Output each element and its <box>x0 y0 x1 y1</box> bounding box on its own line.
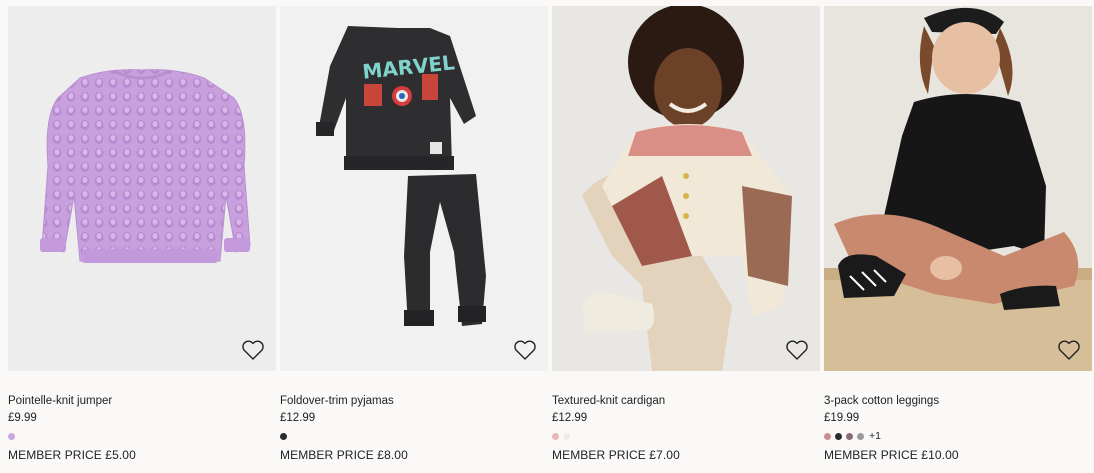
colour-swatches <box>8 431 276 441</box>
product-card[interactable]: 3-pack cotton leggings £19.99 +1 MEMBER … <box>824 6 1092 473</box>
product-info: Textured-knit cardigan £12.99 MEMBER PRI… <box>552 394 820 462</box>
colour-swatches <box>552 431 820 441</box>
more-colours-count: +1 <box>869 430 881 442</box>
product-image[interactable] <box>824 6 1092 371</box>
product-card[interactable]: Pointelle-knit jumper £9.99 MEMBER PRICE… <box>8 6 276 473</box>
product-price: £12.99 <box>280 412 316 424</box>
product-card[interactable]: MARVEL Foldover-trim pyjamas £12.99 MEMB… <box>280 6 548 473</box>
product-title[interactable]: 3-pack cotton leggings <box>824 394 1092 408</box>
heart-outline-icon <box>514 340 536 360</box>
colour-swatch[interactable] <box>835 432 842 440</box>
member-price: MEMBER PRICE £7.00 <box>552 448 680 462</box>
member-price: MEMBER PRICE £5.00 <box>8 448 136 462</box>
jumper-illustration <box>40 69 251 263</box>
colour-swatch[interactable] <box>563 432 570 440</box>
colour-swatch[interactable] <box>8 432 15 440</box>
favourite-button[interactable] <box>240 337 266 363</box>
heart-outline-icon <box>786 340 808 360</box>
cardigan-photo <box>552 6 820 371</box>
favourite-button[interactable] <box>512 337 538 363</box>
product-info: 3-pack cotton leggings £19.99 +1 MEMBER … <box>824 394 1092 462</box>
favourite-button[interactable] <box>1056 337 1082 363</box>
product-price: £19.99 <box>824 412 860 424</box>
product-price: £12.99 <box>552 412 588 424</box>
member-price: MEMBER PRICE £10.00 <box>824 448 959 462</box>
heart-outline-icon <box>242 340 264 360</box>
product-image[interactable] <box>552 6 820 371</box>
member-price: MEMBER PRICE £8.00 <box>280 448 408 462</box>
colour-swatch[interactable] <box>846 432 853 440</box>
product-card[interactable]: Textured-knit cardigan £12.99 MEMBER PRI… <box>552 6 820 473</box>
leggings-photo <box>824 6 1092 371</box>
colour-swatch[interactable] <box>552 432 559 440</box>
colour-swatches: +1 <box>824 430 1092 442</box>
heart-outline-icon <box>1058 340 1080 360</box>
product-info: Foldover-trim pyjamas £12.99 MEMBER PRIC… <box>280 394 548 462</box>
product-info: Pointelle-knit jumper £9.99 MEMBER PRICE… <box>8 394 276 462</box>
product-grid: Pointelle-knit jumper £9.99 MEMBER PRICE… <box>8 6 1092 473</box>
colour-swatches <box>280 431 548 441</box>
product-image[interactable]: MARVEL <box>280 6 548 371</box>
product-title[interactable]: Textured-knit cardigan <box>552 394 820 408</box>
pyjamas-illustration: MARVEL <box>316 26 486 326</box>
favourite-button[interactable] <box>784 337 810 363</box>
colour-swatch[interactable] <box>280 432 287 440</box>
product-title[interactable]: Foldover-trim pyjamas <box>280 394 548 408</box>
product-price: £9.99 <box>8 412 37 424</box>
colour-swatch[interactable] <box>824 432 831 440</box>
colour-swatch[interactable] <box>857 432 864 440</box>
product-image[interactable] <box>8 6 276 371</box>
product-title[interactable]: Pointelle-knit jumper <box>8 394 276 408</box>
